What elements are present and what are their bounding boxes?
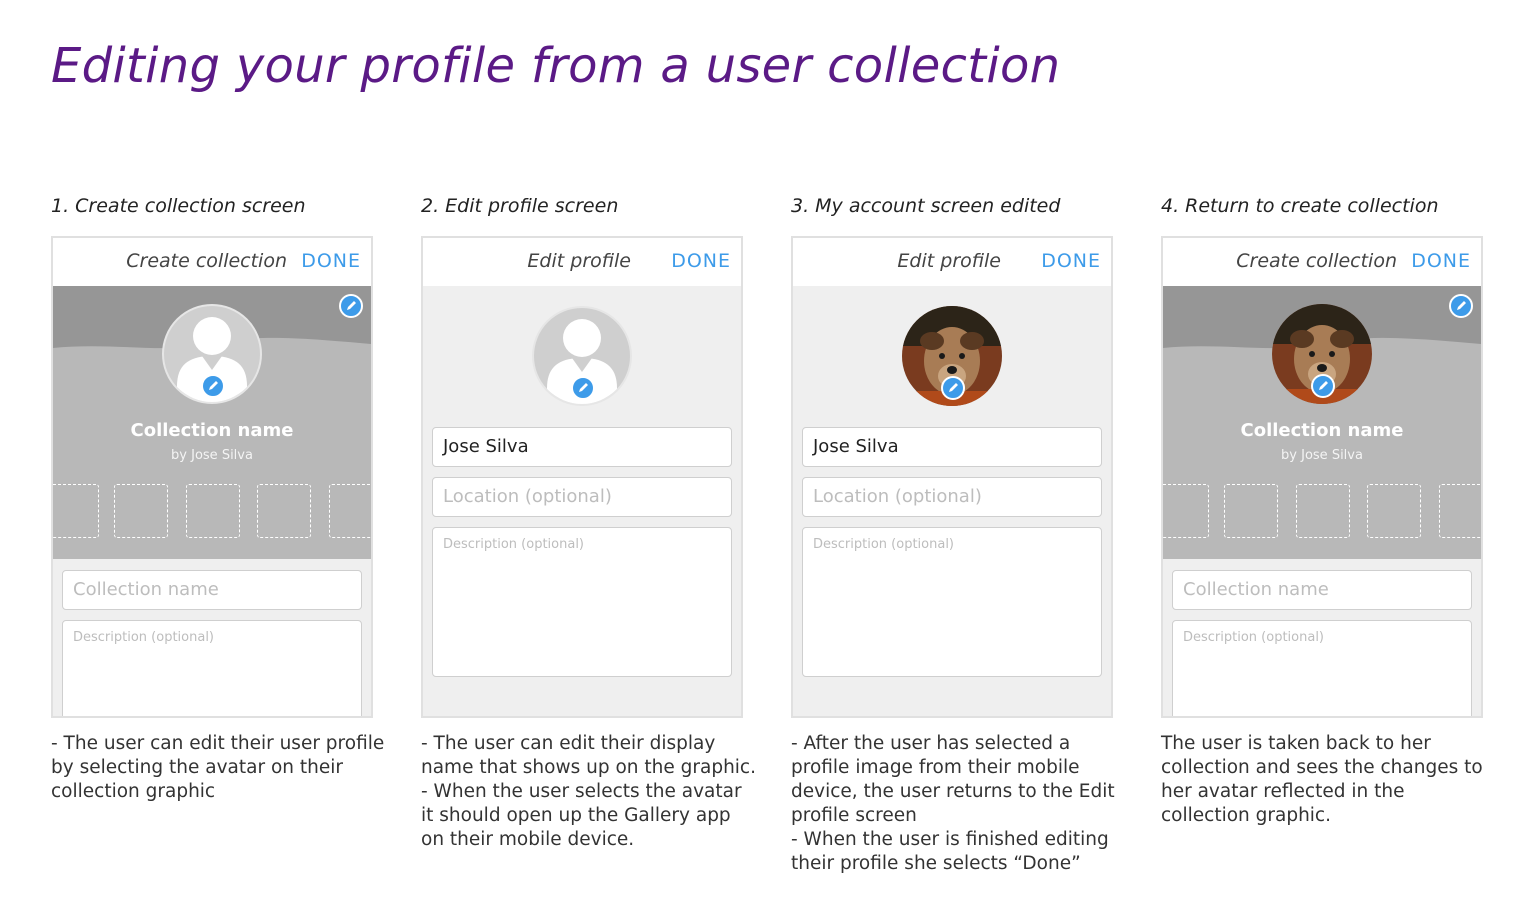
phone-mockup: Edit profile DONE Jose Silva Location (o… bbox=[791, 236, 1113, 718]
step-title: 4. Return to create collection bbox=[1161, 195, 1439, 217]
step-edit-profile: 2. Edit profile screen Edit profile DONE… bbox=[421, 195, 756, 850]
phone-mockup: Edit profile DONE Jose Silva Location (o… bbox=[421, 236, 743, 718]
location-input[interactable]: Location (optional) bbox=[802, 477, 1102, 517]
step-title: 1. Create collection screen bbox=[51, 195, 306, 217]
description-line: collection graphic bbox=[51, 781, 216, 802]
step-create-collection: 1. Create collection screen Create colle… bbox=[51, 195, 384, 802]
edit-avatar-icon[interactable] bbox=[571, 376, 595, 400]
description-line: her avatar reflected in the bbox=[1161, 781, 1405, 802]
image-slot[interactable] bbox=[1296, 484, 1350, 538]
step-title: 2. Edit profile screen bbox=[421, 195, 619, 217]
step-description: - After the user has selected a profile … bbox=[791, 732, 1121, 876]
done-button[interactable]: DONE bbox=[671, 250, 731, 272]
image-slot[interactable] bbox=[114, 484, 168, 538]
edit-graphic-icon[interactable] bbox=[1449, 294, 1473, 318]
collection-graphic: Collection name by Jose Silva bbox=[1163, 286, 1481, 559]
description-line: - The user can edit their user profile bbox=[51, 733, 385, 754]
description-input[interactable]: Description (optional) bbox=[432, 527, 732, 677]
step-description: - The user can edit their display name t… bbox=[421, 732, 756, 852]
image-slot[interactable] bbox=[257, 484, 311, 538]
collection-graphic: Collection name by Jose Silva bbox=[53, 286, 371, 559]
description-input[interactable]: Description (optional) bbox=[62, 620, 362, 716]
description-input[interactable]: Description (optional) bbox=[802, 527, 1102, 677]
location-input[interactable]: Location (optional) bbox=[432, 477, 732, 517]
description-line: - When the user is finished editing bbox=[791, 829, 1109, 850]
app-header: Edit profile DONE bbox=[423, 238, 741, 286]
image-slot[interactable] bbox=[1163, 484, 1209, 538]
app-header: Edit profile DONE bbox=[793, 238, 1111, 286]
collection-name: Collection name bbox=[130, 420, 294, 441]
step-return-create-collection: 4. Return to create collection Create co… bbox=[1161, 195, 1483, 826]
description-line: it should open up the Gallery app bbox=[421, 805, 731, 826]
collection-name-input[interactable]: Collection name bbox=[62, 570, 362, 610]
header-title: Edit profile bbox=[897, 250, 1001, 272]
display-name-input[interactable]: Jose Silva bbox=[802, 427, 1102, 467]
description-line: - When the user selects the avatar bbox=[421, 781, 742, 802]
edit-avatar-icon[interactable] bbox=[1311, 374, 1335, 398]
done-button[interactable]: DONE bbox=[301, 250, 361, 272]
description-line: The user is taken back to her bbox=[1161, 733, 1431, 754]
description-line: collection and sees the changes to bbox=[1161, 757, 1483, 778]
description-line: - After the user has selected a bbox=[791, 733, 1071, 754]
description-line: on their mobile device. bbox=[421, 829, 635, 850]
image-slots bbox=[1163, 484, 1481, 540]
image-slot[interactable] bbox=[1224, 484, 1278, 538]
description-line: name that shows up on the graphic. bbox=[421, 757, 756, 778]
description-input[interactable]: Description (optional) bbox=[1172, 620, 1472, 716]
description-line: - The user can edit their display bbox=[421, 733, 716, 754]
app-header: Create collection DONE bbox=[53, 238, 371, 286]
header-title: Create collection bbox=[126, 250, 287, 272]
description-line: collection graphic. bbox=[1161, 805, 1331, 826]
description-line: device, the user returns to the Edit bbox=[791, 781, 1115, 802]
step-description: The user is taken back to her collection… bbox=[1161, 732, 1491, 828]
description-line: profile screen bbox=[791, 805, 917, 826]
done-button[interactable]: DONE bbox=[1041, 250, 1101, 272]
collection-author: by Jose Silva bbox=[1281, 448, 1363, 463]
edit-avatar-icon[interactable] bbox=[941, 376, 965, 400]
description-line: profile image from their mobile bbox=[791, 757, 1080, 778]
display-name-input[interactable]: Jose Silva bbox=[432, 427, 732, 467]
collection-name: Collection name bbox=[1240, 420, 1404, 441]
app-header: Create collection DONE bbox=[1163, 238, 1481, 286]
header-title: Create collection bbox=[1236, 250, 1397, 272]
image-slot[interactable] bbox=[53, 484, 99, 538]
edit-avatar-icon[interactable] bbox=[201, 374, 225, 398]
image-slot[interactable] bbox=[1439, 484, 1481, 538]
page-title: Editing your profile from a user collect… bbox=[51, 38, 1061, 94]
description-line: by selecting the avatar on their bbox=[51, 757, 343, 778]
step-description: - The user can edit their user profile b… bbox=[51, 732, 385, 804]
done-button[interactable]: DONE bbox=[1411, 250, 1471, 272]
phone-mockup: Create collection DONE Collection name b… bbox=[51, 236, 373, 718]
step-account-edited: 3. My account screen edited Edit profile… bbox=[791, 195, 1115, 874]
image-slot[interactable] bbox=[186, 484, 240, 538]
collection-name-input[interactable]: Collection name bbox=[1172, 570, 1472, 610]
description-line: their profile she selects “Done” bbox=[791, 853, 1081, 874]
phone-mockup: Create collection DONE Collection name b… bbox=[1161, 236, 1483, 718]
image-slots bbox=[53, 484, 371, 540]
edit-graphic-icon[interactable] bbox=[339, 294, 363, 318]
header-title: Edit profile bbox=[527, 250, 631, 272]
step-title: 3. My account screen edited bbox=[791, 195, 1061, 217]
collection-author: by Jose Silva bbox=[171, 448, 253, 463]
image-slot[interactable] bbox=[329, 484, 371, 538]
image-slot[interactable] bbox=[1367, 484, 1421, 538]
